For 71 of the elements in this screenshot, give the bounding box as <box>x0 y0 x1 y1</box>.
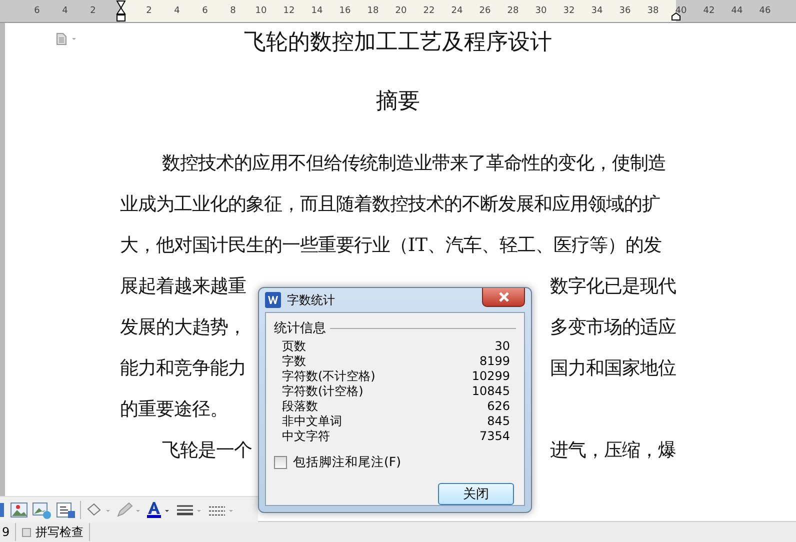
spell-check-status[interactable]: 拼写检查 <box>34 524 86 540</box>
paragraph-line: 多变市场的适应 <box>550 316 676 338</box>
ruler-number: 36 <box>618 6 632 16</box>
paragraph-line: 进气，压缩，爆 <box>550 440 676 462</box>
document-icon[interactable] <box>55 33 79 45</box>
ruler-number: 40 <box>674 6 688 16</box>
ruler-number: 34 <box>590 6 604 16</box>
ruler-number: 28 <box>506 6 520 16</box>
stat-value: 10845 <box>472 384 510 399</box>
ruler-number: 38 <box>646 6 660 16</box>
ruler-number: 4 <box>61 6 69 16</box>
close-dialog-button[interactable]: 关闭 <box>438 483 514 505</box>
stat-value: 10299 <box>472 369 510 384</box>
stat-label: 中文字符 <box>282 429 330 444</box>
ruler-number: 2 <box>89 6 97 16</box>
paragraph-line: 国力和国家地位 <box>550 358 676 380</box>
stat-value: 30 <box>494 339 510 354</box>
dialog-title: 字数统计 <box>287 292 335 308</box>
shape-icon[interactable] <box>0 501 6 519</box>
paragraph-line: 发展的大趋势， <box>120 316 246 338</box>
stat-value: 626 <box>487 399 510 414</box>
ruler-number: 42 <box>702 6 716 16</box>
ruler-number: 20 <box>394 6 408 16</box>
stat-label: 字符数(计空格) <box>282 384 364 399</box>
paragraph-line: 数字化已是现代 <box>550 276 676 298</box>
paragraph-line: 能力和竞争能力 <box>120 358 246 380</box>
stat-label: 字符数(不计空格) <box>282 369 376 384</box>
page-number: 9 <box>1 525 11 539</box>
picture-icon[interactable] <box>10 501 28 519</box>
paragraph-line: 展起着越来越重 <box>120 276 246 298</box>
stat-label: 页数 <box>282 339 306 354</box>
ruler-number: 12 <box>282 6 296 16</box>
ruler-number: 2 <box>145 6 153 16</box>
stat-value: 845 <box>487 414 510 429</box>
footnote-checkbox[interactable]: 包括脚注和尾注(F) <box>274 454 516 471</box>
ruler-number: 14 <box>310 6 324 16</box>
status-indicator-icon <box>22 528 31 536</box>
ruler-number: 46 <box>758 6 772 16</box>
ruler-number: 44 <box>730 6 744 16</box>
paragraph-line: 业成为工业化的象征，而且随着数控技术的不断发展和应用领域的扩 <box>120 194 660 216</box>
ruler-number: 18 <box>366 6 380 16</box>
stat-label: 字数 <box>282 354 306 369</box>
ruler-number: 10 <box>254 6 268 16</box>
app-logo-icon <box>265 292 281 308</box>
document-title: 飞轮的数控加工工艺及程序设计 <box>243 29 553 57</box>
right-indent-marker-icon[interactable] <box>671 12 681 21</box>
paragraph-line: 大，他对国计民生的一些重要行业（IT、汽车、轻工、医疗等）的发 <box>120 234 662 256</box>
ruler-number: 30 <box>534 6 548 16</box>
stat-label: 段落数 <box>282 399 318 414</box>
ruler-number: 26 <box>478 6 492 16</box>
ruler-number: 16 <box>338 6 352 16</box>
ruler-number: 24 <box>450 6 464 16</box>
paragraph-line: 的重要途径。 <box>120 398 228 420</box>
section-heading: 摘要 <box>375 88 421 116</box>
ruler-number: 6 <box>201 6 209 16</box>
ruler-number: 4 <box>173 6 181 16</box>
font-color-icon[interactable] <box>145 501 171 519</box>
stat-value: 7354 <box>479 429 510 444</box>
paragraph-line: 数控技术的应用不但给传统制造业带来了革命性的变化，使制造 <box>162 152 666 174</box>
group-label: 统计信息 <box>274 320 326 337</box>
text-box-icon[interactable] <box>56 501 76 519</box>
paragraph-line: 飞轮是一个 <box>162 440 252 462</box>
ruler-number: 32 <box>562 6 576 16</box>
close-button[interactable] <box>482 288 525 307</box>
ruler-number: 22 <box>422 6 436 16</box>
ruler-number: 8 <box>229 6 237 16</box>
ruler-number: 6 <box>33 6 41 16</box>
close-icon <box>498 292 510 302</box>
stat-label: 非中文单词 <box>282 414 342 429</box>
indent-marker-icon[interactable] <box>116 0 126 22</box>
stat-value: 8199 <box>479 354 510 369</box>
